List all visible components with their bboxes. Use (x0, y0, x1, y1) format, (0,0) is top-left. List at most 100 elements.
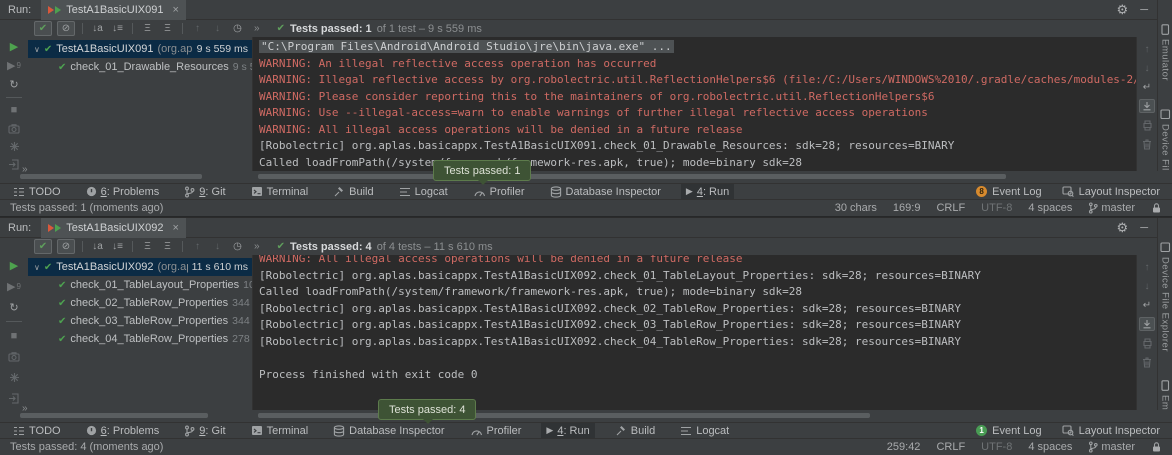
hide-icon[interactable]: ─ (1140, 4, 1148, 16)
event-log-button[interactable]: 1Event Log (976, 425, 1042, 437)
test-tree-root[interactable]: ∨ ✔ TestA1BasicUIX091 (org.aplas.basicap… (28, 40, 252, 58)
toolwindow-button-emulator[interactable]: Emulator (1160, 24, 1171, 81)
test-tree-item[interactable]: ✔ check_04_TableRow_Properties 278 ms (28, 330, 252, 348)
caret-position[interactable]: 169:9 (893, 202, 921, 214)
rerun-tests-icon[interactable]: ▶ (10, 258, 18, 273)
toolwindow-button-git[interactable]: 9: Git (179, 423, 230, 439)
write-access-lock-icon[interactable] (1151, 202, 1162, 214)
sort-alphabetically-icon[interactable]: ↓a (90, 241, 105, 252)
expand-all-icon[interactable]: Ξ (140, 23, 155, 34)
toolwindow-button-database-inspector[interactable]: Database Inspector (328, 423, 449, 439)
toggle-auto-test-icon[interactable]: ↻ (9, 78, 18, 91)
show-ignored-button[interactable]: ⊘ (57, 239, 75, 254)
toolwindow-button-database-inspector[interactable]: Database Inspector (545, 184, 666, 200)
clear-console-icon[interactable] (1142, 355, 1152, 369)
console-hscrollbar[interactable] (258, 413, 870, 418)
toolwindow-button-todo[interactable]: TODO (8, 423, 66, 439)
show-passed-button[interactable]: ✔ (34, 239, 52, 254)
test-tree-item[interactable]: ✔ check_01_TableLayout_Properties 10 s 6… (28, 276, 252, 294)
toolwindow-button-run[interactable]: ▶4: Run (681, 184, 734, 200)
more-actions-icon[interactable]: » (254, 241, 260, 252)
collapse-all-icon[interactable]: Ξ (160, 23, 175, 34)
test-spark-icon[interactable] (9, 140, 20, 152)
line-ending[interactable]: CRLF (936, 202, 965, 214)
sort-by-duration-icon[interactable]: ↓≡ (110, 23, 125, 34)
soft-wrap-icon[interactable]: ↵ (1143, 80, 1151, 94)
toolwindow-button-logcat[interactable]: Logcat (394, 184, 453, 200)
encoding[interactable]: UTF-8 (981, 441, 1012, 453)
write-access-lock-icon[interactable] (1151, 441, 1162, 453)
run-tab-testa1basicuix092[interactable]: TestA1BasicUIX092 × (41, 218, 186, 238)
tree-hscrollbar[interactable] (20, 413, 208, 418)
sort-by-duration-icon[interactable]: ↓≡ (110, 241, 125, 252)
down-stacktrace-icon[interactable]: ↓ (1145, 279, 1150, 293)
toolwindow-button-problems[interactable]: 6: Problems (81, 423, 165, 439)
test-history-icon[interactable]: ◷ (230, 241, 245, 252)
print-icon[interactable] (1142, 336, 1153, 350)
encoding[interactable]: UTF-8 (981, 202, 1012, 214)
hide-icon[interactable]: ─ (1140, 222, 1148, 234)
caret-position[interactable]: 259:42 (887, 441, 921, 453)
toolwindow-button-problems[interactable]: 6: Problems (81, 184, 165, 200)
soft-wrap-icon[interactable]: ↵ (1143, 298, 1151, 312)
rerun-failed-tests-icon[interactable]: ▶9 (7, 279, 21, 294)
import-tests-icon[interactable] (8, 159, 20, 171)
show-ignored-button[interactable]: ⊘ (57, 21, 75, 36)
toggle-auto-test-icon[interactable]: ↻ (9, 300, 18, 315)
screenshot-icon[interactable] (8, 122, 20, 134)
toolwindow-button-terminal[interactable]: Terminal (246, 423, 314, 439)
run-tab-testa1basicuix091[interactable]: TestA1BasicUIX091 × (41, 0, 186, 20)
toolwindow-button-device-file-explorer[interactable]: Device File Explorer (1160, 242, 1171, 352)
git-branch-widget[interactable]: master (1088, 202, 1135, 214)
rerun-tests-icon[interactable]: ▶ (10, 40, 18, 53)
scroll-to-end-icon[interactable] (1139, 317, 1155, 331)
collapse-all-icon[interactable]: Ξ (160, 241, 175, 252)
test-tree-item[interactable]: ✔ check_03_TableRow_Properties 344 ms (28, 312, 252, 330)
gear-icon[interactable]: ⚙ (1117, 2, 1129, 18)
more-actions-icon[interactable]: » (254, 23, 260, 34)
test-spark-icon[interactable] (9, 370, 20, 385)
toolwindow-button-build[interactable]: Build (610, 423, 660, 439)
gear-icon[interactable]: ⚙ (1117, 220, 1129, 236)
toolwindow-button-device-file-explorer[interactable]: Device File Explorer (1160, 109, 1171, 171)
indent-setting[interactable]: 4 spaces (1028, 441, 1072, 453)
up-stacktrace-icon[interactable]: ↑ (1145, 42, 1150, 56)
layout-inspector-button[interactable]: Layout Inspector (1062, 425, 1160, 437)
test-tree-item[interactable]: ✔ check_01_Drawable_Resources 9 s 559 ms (28, 58, 252, 76)
expand-all-icon[interactable]: Ξ (140, 241, 155, 252)
show-passed-button[interactable]: ✔ (34, 21, 52, 36)
stop-icon[interactable]: ■ (11, 104, 18, 116)
test-tree-root[interactable]: ∨ ✔ TestA1BasicUIX092 (org.aplas.basicap… (28, 258, 252, 276)
console-hscrollbar[interactable] (258, 174, 1006, 179)
clear-console-icon[interactable] (1142, 137, 1152, 151)
toolwindow-button-git[interactable]: 9: Git (179, 184, 230, 200)
test-history-icon[interactable]: ◷ (230, 23, 245, 34)
toolwindow-button-logcat[interactable]: Logcat (675, 423, 734, 439)
toolwindow-button-profiler[interactable]: Profiler (465, 423, 527, 439)
toolwindow-button-todo[interactable]: TODO (8, 184, 66, 200)
sort-alphabetically-icon[interactable]: ↓a (90, 23, 105, 34)
up-stacktrace-icon[interactable]: ↑ (1145, 260, 1150, 274)
toolwindow-button-emulator[interactable]: Emulator (1160, 380, 1171, 410)
toolwindow-button-build[interactable]: Build (328, 184, 378, 200)
git-branch-widget[interactable]: master (1088, 441, 1135, 453)
next-occurrence-icon[interactable]: ↓ (210, 23, 225, 34)
line-ending[interactable]: CRLF (936, 441, 965, 453)
close-icon[interactable]: × (172, 222, 178, 234)
previous-occurrence-icon[interactable]: ↑ (190, 23, 205, 34)
tree-hscrollbar[interactable] (20, 174, 202, 179)
event-log-button[interactable]: 8Event Log (976, 186, 1042, 198)
indent-setting[interactable]: 4 spaces (1028, 202, 1072, 214)
test-tree-item[interactable]: ✔ check_02_TableRow_Properties 344 ms (28, 294, 252, 312)
import-tests-icon[interactable] (8, 391, 20, 406)
scroll-to-end-icon[interactable] (1139, 99, 1155, 113)
previous-occurrence-icon[interactable]: ↑ (190, 241, 205, 252)
layout-inspector-button[interactable]: Layout Inspector (1062, 186, 1160, 198)
down-stacktrace-icon[interactable]: ↓ (1145, 61, 1150, 75)
rerun-failed-tests-icon[interactable]: ▶9 (7, 59, 21, 72)
screenshot-icon[interactable] (8, 349, 20, 364)
stop-icon[interactable]: ■ (11, 328, 18, 343)
next-occurrence-icon[interactable]: ↓ (210, 241, 225, 252)
toolwindow-button-run[interactable]: ▶4: Run (541, 423, 594, 439)
toolwindow-button-profiler[interactable]: Profiler (468, 184, 530, 200)
